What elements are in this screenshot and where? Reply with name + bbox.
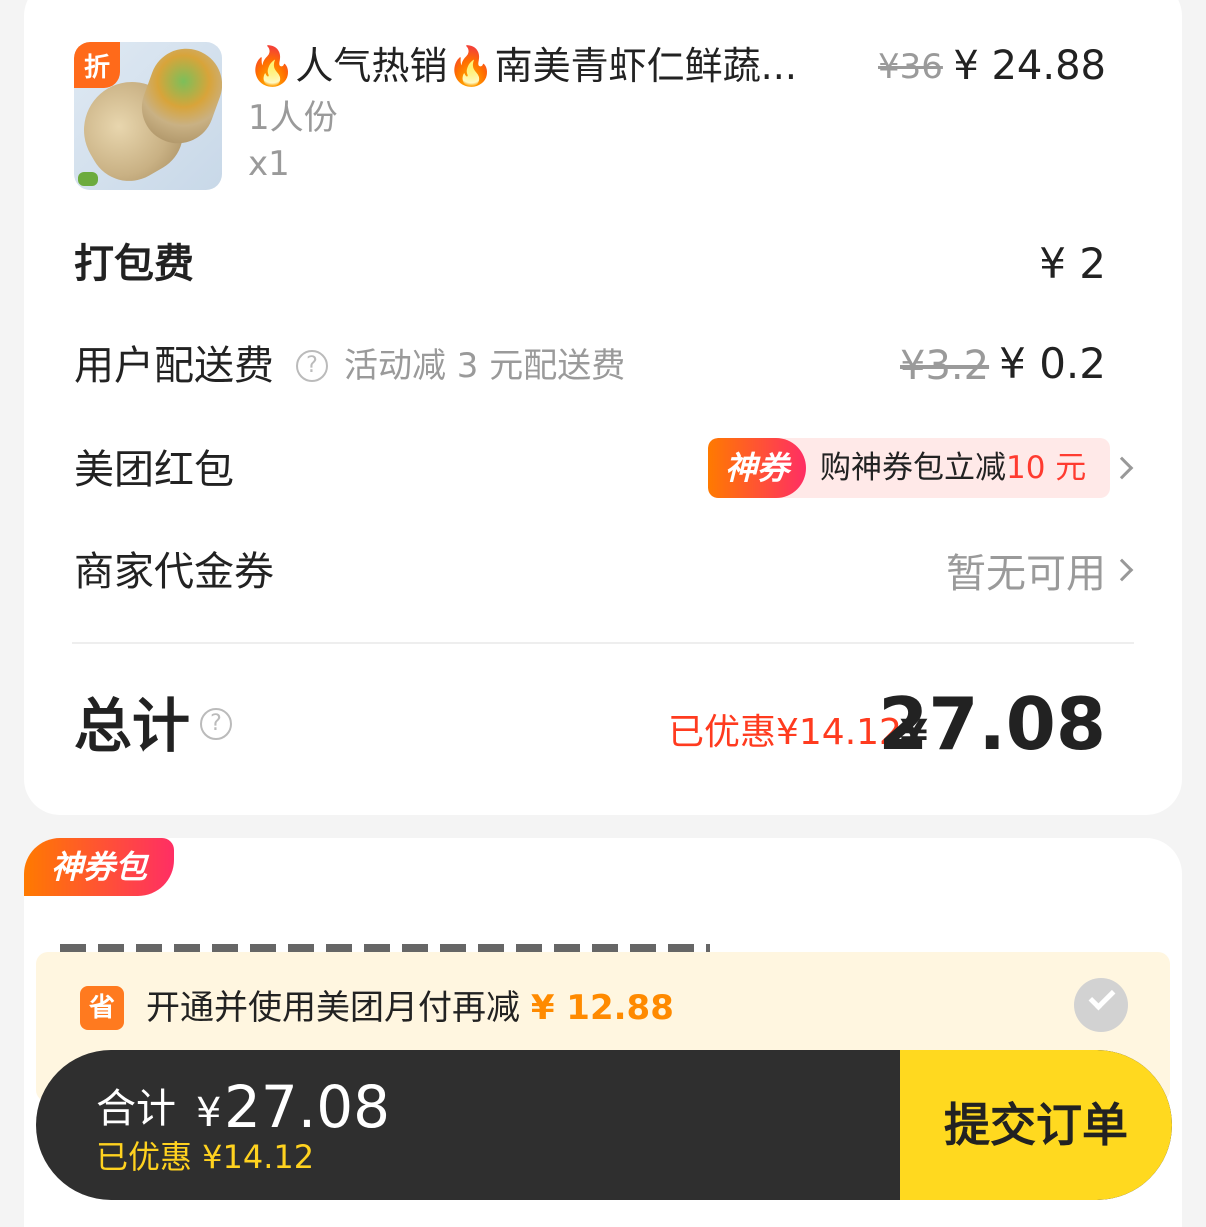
monthly-pay-amount: ¥ 12.88: [530, 988, 674, 1028]
coupon-offer-desc: 购神券包立减: [820, 450, 1006, 486]
product-original-price: ¥36: [878, 47, 943, 87]
shenquan-tag: 神券: [708, 438, 806, 498]
packing-fee-label: 打包费: [74, 241, 194, 287]
product-quantity: x1: [248, 144, 290, 184]
help-icon[interactable]: ?: [296, 350, 328, 382]
fire-icon: 🔥: [447, 44, 495, 88]
checkout-total-amount: 27.08: [224, 1073, 391, 1141]
checkout-bar: 合计 ¥ 27.08 已优惠 ¥14.12 提交订单: [36, 1050, 1172, 1200]
divider: [72, 642, 1134, 644]
product-title[interactable]: 🔥人气热销🔥南美青虾仁鲜蔬...: [248, 40, 868, 92]
delivery-original-price: ¥3.2: [900, 343, 990, 389]
coupon-offer-text: 购神券包立减10 元: [820, 438, 1086, 498]
product-title-part1: 人气热销: [295, 44, 448, 88]
monthly-pay-text: 开通并使用美团月付再减 ¥ 12.88: [146, 984, 674, 1032]
monthly-pay-desc: 开通并使用美团月付再减: [146, 988, 520, 1028]
total-amount: 27.08: [878, 682, 1106, 766]
total-saved: 已优惠¥14.12: [668, 712, 902, 753]
checkout-total-label: 合计: [96, 1086, 176, 1132]
coupon-offer-amount: 10 元: [1006, 450, 1087, 486]
delivery-fee-label: 用户配送费: [74, 343, 274, 389]
packing-fee-value: ¥ 2: [1039, 239, 1106, 288]
monthly-pay-checkbox[interactable]: [1074, 978, 1128, 1032]
total-label: 总计: [74, 692, 191, 760]
delivery-fee-value: ¥ 0.2: [999, 339, 1106, 388]
checkout-saved: 已优惠 ¥14.12: [96, 1138, 315, 1176]
voucher-status[interactable]: 暂无可用: [946, 546, 1106, 602]
fire-icon: 🔥: [248, 44, 296, 88]
checkout-currency: ¥: [196, 1090, 222, 1136]
help-icon[interactable]: ?: [200, 708, 232, 740]
discount-badge: 折: [74, 42, 120, 88]
coupon-pack-offer[interactable]: 神券 购神券包立减10 元: [708, 438, 1110, 498]
merchant-voucher-label: 商家代金券: [74, 549, 274, 595]
product-spec: 1人份: [248, 98, 338, 138]
submit-order-button[interactable]: 提交订单: [900, 1050, 1172, 1200]
save-icon: 省: [80, 986, 124, 1030]
shenquan-pack-tag: 神券包: [24, 838, 174, 896]
vegetable-image: [78, 172, 98, 186]
product-thumbnail[interactable]: 折: [74, 42, 222, 190]
delivery-activity-text: 活动减 3 元配送费: [344, 346, 626, 386]
check-icon: [1088, 983, 1116, 1011]
product-title-part2: 南美青虾仁鲜蔬...: [494, 44, 797, 88]
red-packet-label: 美团红包: [74, 447, 234, 493]
product-price: ¥ 24.88: [953, 43, 1106, 89]
